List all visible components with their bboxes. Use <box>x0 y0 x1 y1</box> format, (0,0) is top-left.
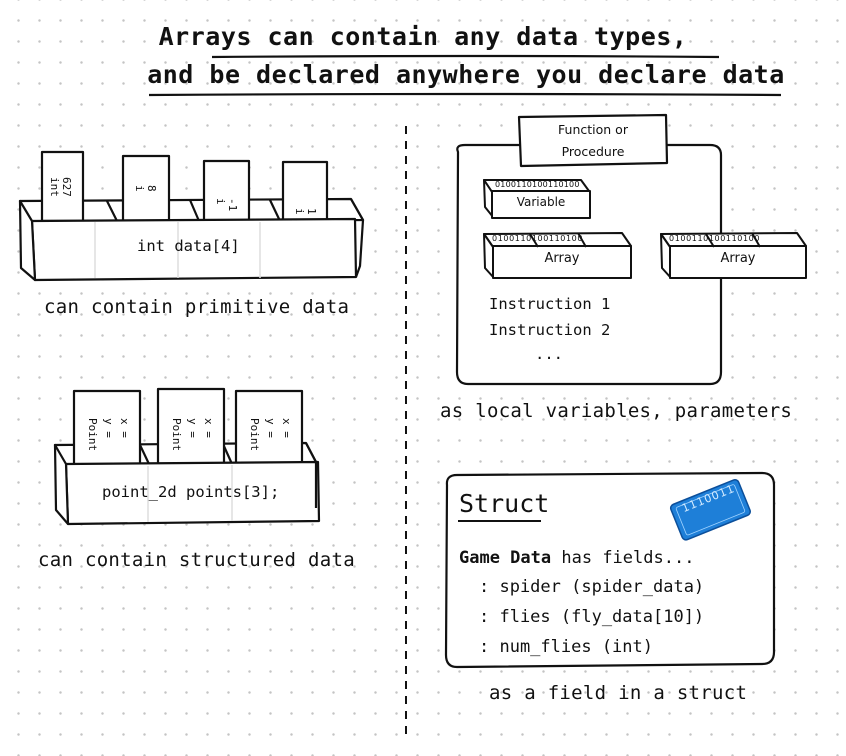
primitive-caption: can contain primitive data <box>44 296 350 318</box>
title-line-2: and be declared anywhere you declare dat… <box>147 60 785 89</box>
point-card-3-y: y = <box>264 418 277 438</box>
point-card-3-x: x = <box>280 418 293 438</box>
instruction-1: Instruction 1 <box>489 295 611 313</box>
instruction-ellipsis: ... <box>535 345 563 363</box>
struct-field-flies: : flies (fly_data[10]) <box>479 607 705 627</box>
param-array-label: Array <box>720 251 756 266</box>
int-array-declaration: int data[4] <box>137 237 240 255</box>
point-card-2-x: x = <box>202 418 215 438</box>
point-card-1-y: y = <box>102 418 115 438</box>
variable-label: Variable <box>516 195 566 209</box>
point-card-2-y: y = <box>186 418 199 438</box>
struct-owner: Game Data <box>459 548 552 568</box>
point-card-3-type: Point <box>248 418 261 452</box>
param-array-bits: 0100110100110100 <box>669 234 761 243</box>
struct-field-spider: : spider (spider_data) <box>479 577 705 597</box>
int-slot-3-text: -1 i <box>214 198 239 212</box>
int-slot-2-text: 8 i <box>133 185 158 192</box>
struct-has-fields: has fields... <box>561 548 695 568</box>
local-caption: as local variables, parameters <box>440 400 793 422</box>
diagram-artwork <box>18 54 807 735</box>
points-array-declaration: point_2d points[3]; <box>102 483 280 501</box>
int-slot-3 <box>202 159 251 223</box>
point-card-1-type: Point <box>86 418 99 452</box>
struct-field-num-flies: : num_flies (int) <box>479 637 653 657</box>
int-array-box <box>18 150 365 282</box>
title-line-1: Arrays can contain any data types, <box>158 22 688 51</box>
point-card-1-x: x = <box>118 418 131 438</box>
int-slot-4-text: 1 i <box>293 208 318 215</box>
point-card-2-type: Point <box>170 418 183 452</box>
title-underline-2 <box>148 92 782 97</box>
struct-caption: as a field in a struct <box>489 682 748 704</box>
title-underline-1 <box>211 54 720 59</box>
function-label-2: Procedure <box>561 144 625 159</box>
struct-heading: Struct <box>459 489 550 518</box>
structured-caption: can contain structured data <box>38 549 355 571</box>
variable-bits: 0100110100110100 <box>495 180 580 189</box>
local-array-bits: 0100110100110100 <box>492 234 584 243</box>
points-array-box <box>53 387 321 526</box>
int-slot-1-text: 627 int <box>48 177 73 197</box>
instruction-2: Instruction 2 <box>489 321 611 339</box>
struct-owner-line: Game Data has fields... <box>459 548 694 568</box>
function-label-1: Function or <box>558 122 628 137</box>
local-array-label: Array <box>544 251 580 266</box>
